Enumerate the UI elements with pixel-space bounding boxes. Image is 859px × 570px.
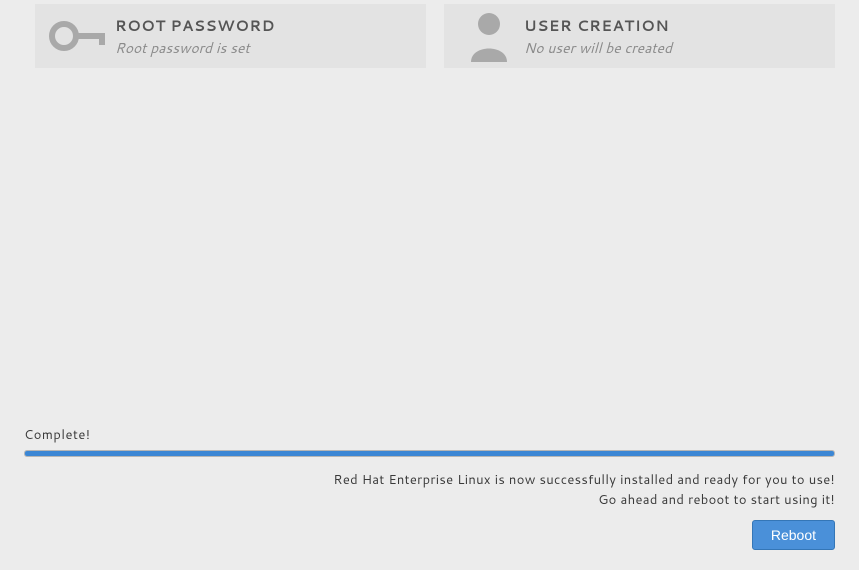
key-icon: [45, 21, 115, 51]
configuration-spokes-row: ROOT PASSWORD Root password is set USER …: [0, 0, 859, 68]
user-creation-status: No user will be created: [524, 38, 672, 58]
action-buttons: Reboot: [24, 520, 835, 550]
user-creation-text: USER CREATION No user will be created: [524, 15, 672, 58]
completion-messages: Red Hat Enterprise Linux is now successf…: [24, 471, 835, 510]
root-password-title: ROOT PASSWORD: [115, 15, 275, 36]
progress-fill: [25, 451, 834, 456]
user-creation-title: USER CREATION: [524, 15, 672, 36]
completion-message-line1: Red Hat Enterprise Linux is now successf…: [24, 471, 835, 491]
user-creation-spoke[interactable]: USER CREATION No user will be created: [444, 4, 835, 68]
root-password-text: ROOT PASSWORD Root password is set: [115, 15, 275, 58]
root-password-spoke[interactable]: ROOT PASSWORD Root password is set: [35, 4, 426, 68]
user-icon: [454, 10, 524, 62]
progress-label: Complete!: [24, 426, 835, 444]
progress-bar: [24, 450, 835, 457]
install-progress-area: Complete! Red Hat Enterprise Linux is no…: [24, 426, 835, 550]
root-password-status: Root password is set: [115, 38, 275, 58]
completion-message-line2: Go ahead and reboot to start using it!: [24, 491, 835, 511]
reboot-button[interactable]: Reboot: [752, 520, 835, 550]
